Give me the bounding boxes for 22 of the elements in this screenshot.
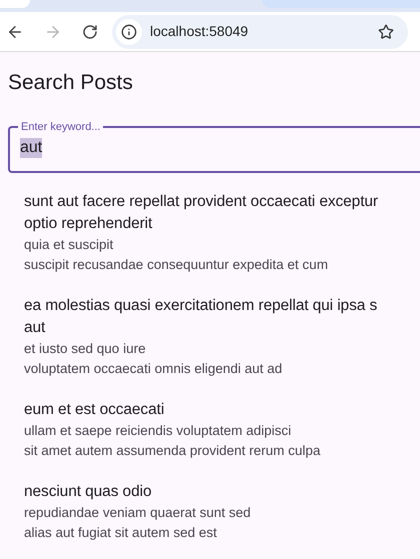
post-title: ea molestias quasi exercitationem repellat qui ipsa s bbox=[24, 296, 378, 316]
page-title: Search Posts bbox=[8, 70, 133, 96]
address-bar[interactable]: localhost:58049 bbox=[112, 14, 408, 48]
post-title: sunt aut facere repellat provident occaecati exceptur bbox=[24, 192, 378, 212]
post-body: repudiandae veniam quaerat sunt sed bbox=[24, 504, 251, 522]
field-value: aut bbox=[20, 138, 42, 158]
post-title: optio reprehenderit bbox=[24, 214, 152, 234]
post-body: suscipit recusandae consequuntur expedita et cum bbox=[24, 256, 328, 274]
post-body: alias aut fugiat sit autem sed est bbox=[24, 524, 217, 542]
post-body: voluptatem occaecati omnis eligendi aut ad bbox=[24, 360, 282, 378]
post-body: ullam et saepe reiciendis voluptatem adipisci bbox=[24, 422, 292, 440]
post-title: nesciunt quas odio bbox=[24, 482, 152, 502]
bookmark-star-icon[interactable] bbox=[378, 24, 394, 40]
post-body: sit amet autem assumenda provident rerum culpa bbox=[24, 442, 320, 460]
post-title: eum et est occaecati bbox=[24, 400, 164, 420]
reload-icon[interactable] bbox=[82, 24, 98, 40]
post-body: quia et suscipit bbox=[24, 236, 114, 254]
post-body: et iusto sed quo iure bbox=[24, 340, 146, 358]
field-label: Enter keyword... bbox=[20, 120, 102, 134]
search-field[interactable]: Enter keyword... aut bbox=[8, 120, 420, 173]
post-title: aut bbox=[24, 318, 46, 338]
info-icon[interactable] bbox=[121, 24, 137, 40]
